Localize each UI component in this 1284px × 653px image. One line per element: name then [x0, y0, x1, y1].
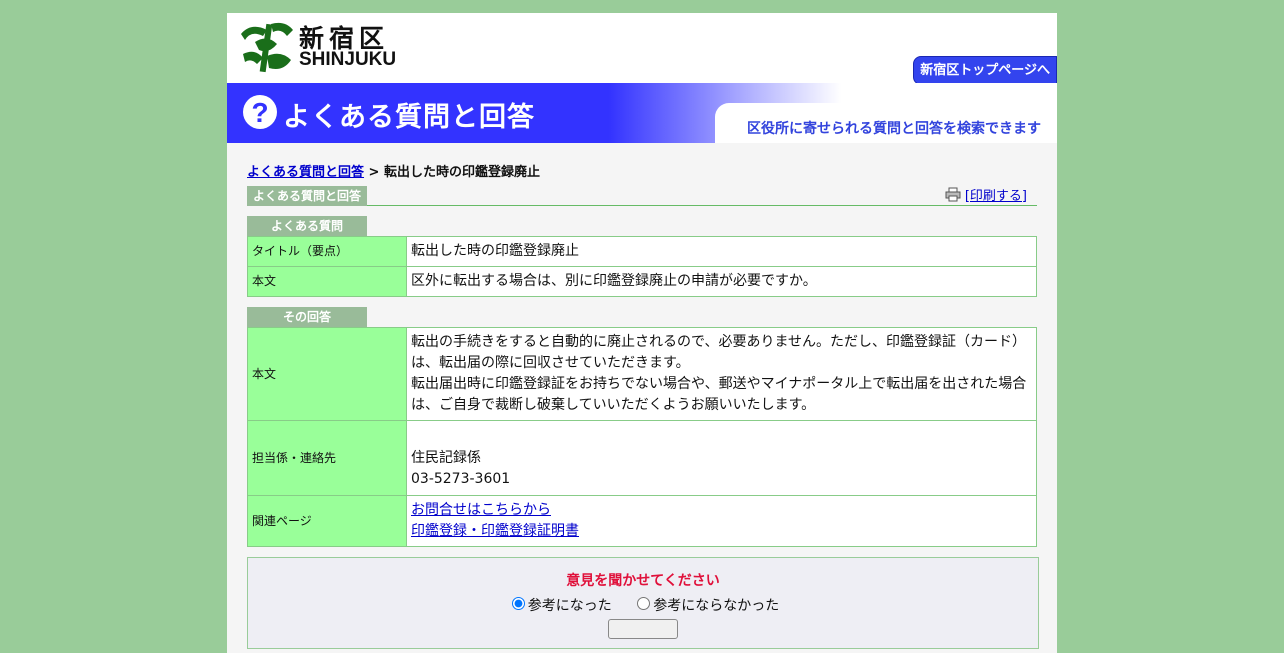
contact-department: 住民記録係 [411, 450, 481, 466]
radio-yes[interactable] [511, 597, 525, 610]
feedback-submit-button[interactable] [608, 619, 678, 639]
print-area: [印刷する] [945, 185, 1027, 204]
question-body-label: 本文 [247, 266, 407, 297]
contact-phone: 03-5273-3601 [411, 471, 511, 487]
table-row: 本文 区外に転出する場合は、別に印鑑登録廃止の申請が必要ですか。 [247, 266, 1037, 297]
table-row: 担当係・連絡先 住民記録係 03-5273-3601 [247, 420, 1037, 496]
banner-title: よくある質問と回答 [283, 102, 535, 133]
answer-body: 転出の手続きをすると自動的に廃止されるので、必要ありません。ただし、印鑑登録証（… [406, 327, 1037, 421]
option-yes-label: 参考になった [527, 598, 612, 614]
feedback-title: 意見を聞かせてください [566, 573, 720, 589]
banner-subtitle: 区役所に寄せられる質問と回答を検索できます [747, 121, 1041, 137]
breadcrumb-faq-link[interactable]: よくある質問と回答 [247, 165, 364, 180]
feedback-box: 意見を聞かせてください 参考になった 参考にならなかった [247, 557, 1039, 649]
contact-label: 担当係・連絡先 [247, 420, 407, 496]
question-title: 転出した時の印鑑登録廃止 [406, 236, 1037, 267]
logo-text-en: SHINJUKU [299, 49, 397, 70]
page-banner: ? よくある質問と回答 区役所に寄せられる質問と回答を検索できます [227, 83, 1057, 143]
main-content: よくある質問と回答 > 転出した時の印鑑登録廃止 よくある質問と回答 [印刷する… [227, 163, 1057, 649]
feedback-options: 参考になった 参考にならなかった [248, 594, 1038, 615]
table-row: タイトル（要点） 転出した時の印鑑登録廃止 [247, 236, 1037, 267]
table-row: 本文 転出の手続きをすると自動的に廃止されるので、必要ありません。ただし、印鑑登… [247, 327, 1037, 421]
answer-tab: その回答 [247, 307, 367, 327]
option-no-label: 参考にならなかった [653, 598, 780, 614]
question-body: 区外に転出する場合は、別に印鑑登録廃止の申請が必要ですか。 [406, 266, 1037, 297]
related-links: お問合せはこちらから 印鑑登録・印鑑登録証明書 [406, 495, 1037, 547]
related-link-inquiry[interactable]: お問合せはこちらから [411, 502, 551, 518]
print-link[interactable]: [印刷する] [965, 189, 1027, 204]
answer-body-line: 転出の手続きをすると自動的に廃止されるので、必要ありません。ただし、印鑑登録証（… [411, 334, 1027, 371]
contact-info: 住民記録係 03-5273-3601 [406, 420, 1037, 496]
question-table: タイトル（要点） 転出した時の印鑑登録廃止 本文 区外に転出する場合は、別に印鑑… [247, 236, 1037, 297]
section-tab: よくある質問と回答 [247, 186, 367, 206]
section-header: よくある質問と回答 [印刷する] [247, 185, 1037, 206]
answer-body-line: 転出届出時に印鑑登録証をお持ちでない場合や、郵送やマイナポータル上で転出届を出さ… [411, 376, 1027, 413]
breadcrumb-separator: > [364, 165, 384, 180]
title-label: タイトル（要点） [247, 236, 407, 267]
related-link-seal-registration[interactable]: 印鑑登録・印鑑登録証明書 [411, 523, 579, 539]
top-page-link[interactable]: 新宿区トップページへ [913, 56, 1057, 85]
answer-body-label: 本文 [247, 327, 407, 421]
question-mark-icon: ? [243, 95, 277, 129]
feedback-option-no[interactable]: 参考にならなかった [632, 597, 780, 614]
feedback-option-yes[interactable]: 参考になった [507, 597, 612, 614]
site-header: 新宿区 SHINJUKU 新宿区トップページへ [227, 13, 1057, 85]
table-row: 関連ページ お問合せはこちらから 印鑑登録・印鑑登録証明書 [247, 495, 1037, 547]
breadcrumb: よくある質問と回答 > 転出した時の印鑑登録廃止 [247, 163, 1037, 185]
answer-table: 本文 転出の手続きをすると自動的に廃止されるので、必要ありません。ただし、印鑑登… [247, 327, 1037, 547]
radio-no[interactable] [637, 597, 651, 610]
related-label: 関連ページ [247, 495, 407, 547]
breadcrumb-current: 転出した時の印鑑登録廃止 [383, 165, 540, 180]
printer-icon[interactable] [945, 187, 961, 202]
question-tab: よくある質問 [247, 216, 367, 236]
page-container: 新宿区 SHINJUKU 新宿区トップページへ ? よくある質問と回答 区役所に… [227, 13, 1057, 653]
